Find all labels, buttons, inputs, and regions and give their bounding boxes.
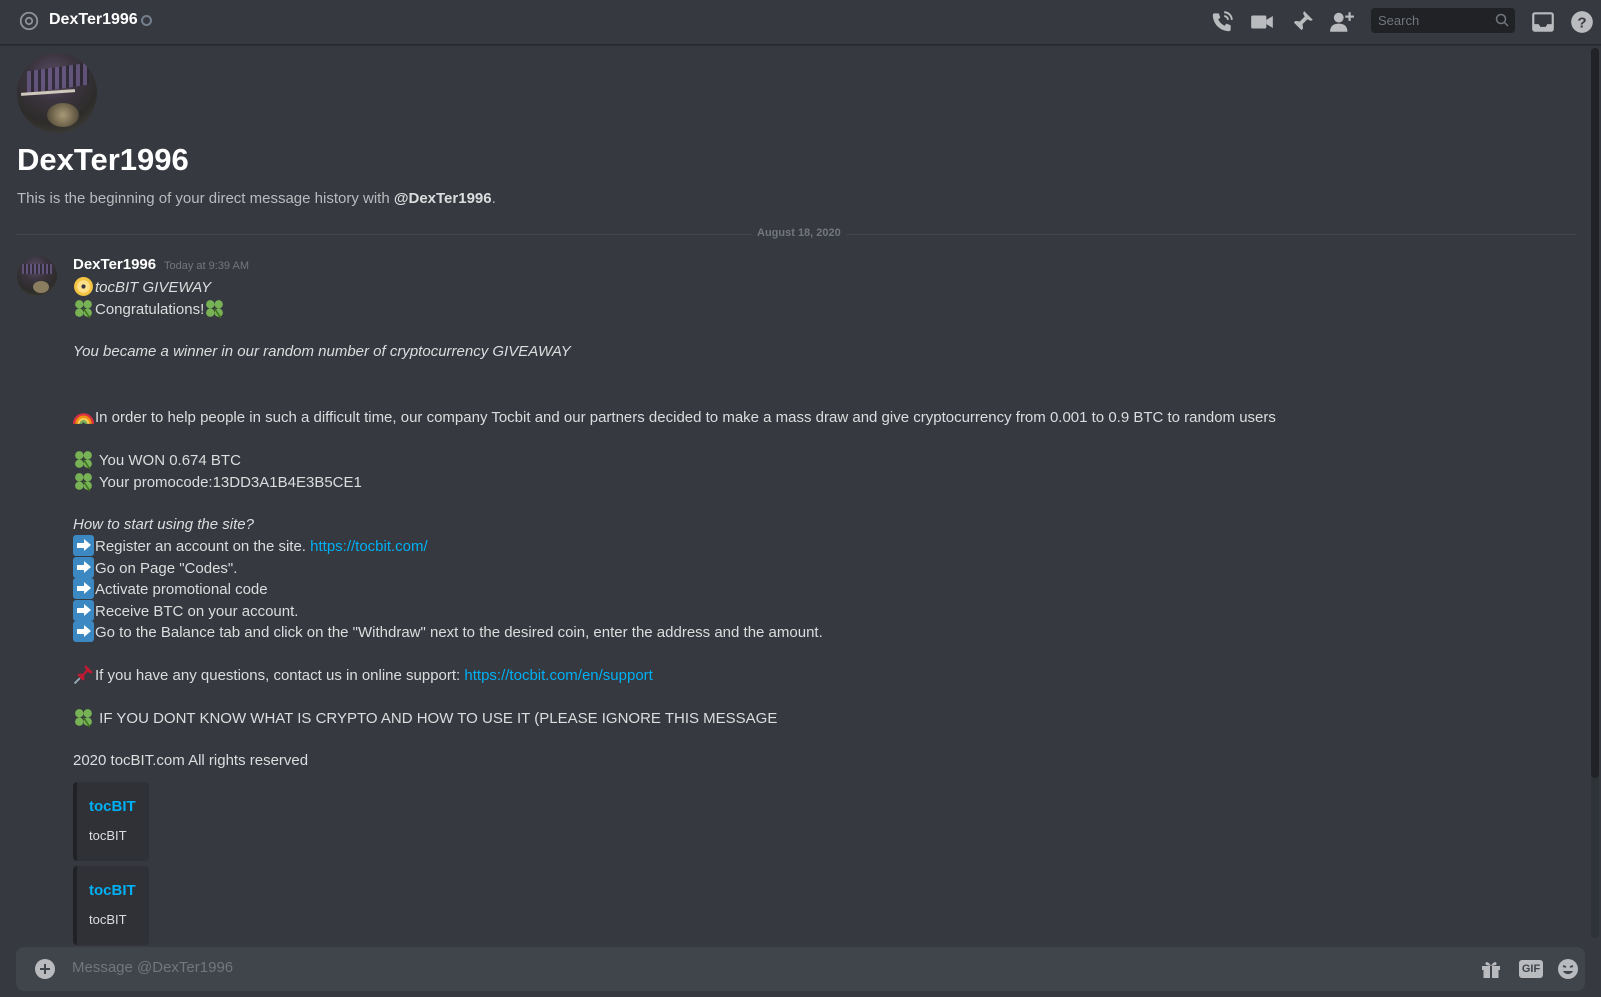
right-arrow-icon bbox=[73, 578, 94, 599]
message-input[interactable]: Message @DexTer1996 bbox=[72, 959, 233, 976]
winner-text: You became a winner in our random number… bbox=[73, 343, 571, 360]
support-text: If you have any questions, contact us in… bbox=[95, 667, 465, 684]
search-placeholder: Search bbox=[1378, 13, 1420, 28]
four-leaf-clover-icon bbox=[204, 298, 225, 319]
intro-prefix: This is the beginning of your direct mes… bbox=[17, 190, 394, 207]
pin-icon[interactable] bbox=[1289, 9, 1315, 35]
message-line-step1: Register an account on the site. https:/… bbox=[73, 535, 428, 557]
message-line-help: In order to help people in such a diffic… bbox=[72, 406, 1276, 428]
video-icon[interactable] bbox=[1249, 9, 1275, 35]
dvd-emoji-icon bbox=[73, 276, 94, 297]
link-embed: tocBIT tocBIT bbox=[73, 866, 149, 945]
message-line-promo: Your promocode:13DD3A1B4E3B5CE1 bbox=[73, 471, 362, 493]
four-leaf-clover-icon bbox=[73, 298, 94, 319]
embed-title[interactable]: tocBIT bbox=[89, 882, 136, 899]
four-leaf-clover-icon bbox=[73, 471, 94, 492]
message-line-congrats: Congratulations! bbox=[73, 298, 226, 320]
message-composer[interactable]: Message @DexTer1996 GIF bbox=[16, 947, 1585, 991]
message-line-winner: You became a winner in our random number… bbox=[73, 341, 571, 363]
inbox-icon[interactable] bbox=[1530, 9, 1556, 35]
step4-text: Receive BTC on your account. bbox=[95, 603, 299, 620]
message-line-ignore: IF YOU DONT KNOW WHAT IS CRYPTO AND HOW … bbox=[73, 707, 777, 729]
right-arrow-icon bbox=[73, 600, 94, 621]
message-line-step5: Go to the Balance tab and click on the "… bbox=[73, 621, 823, 643]
message-line-step3: Activate promotional code bbox=[73, 578, 268, 600]
channel-name: DexTer1996 bbox=[49, 11, 138, 28]
four-leaf-clover-icon bbox=[73, 707, 94, 728]
at-icon bbox=[18, 10, 40, 32]
pushpin-emoji-icon bbox=[73, 664, 94, 685]
step3-text: Activate promotional code bbox=[95, 581, 268, 598]
message-line-howto: How to start using the site? bbox=[73, 514, 254, 536]
rainbow-emoji-icon bbox=[72, 406, 95, 427]
message-avatar[interactable] bbox=[17, 256, 57, 296]
copyright-text: 2020 tocBIT.com All rights reserved bbox=[73, 752, 309, 769]
call-icon[interactable] bbox=[1209, 9, 1235, 35]
message-line-step2: Go on Page "Codes". bbox=[73, 557, 237, 579]
intro-suffix: . bbox=[491, 190, 496, 207]
message-line-step4: Receive BTC on your account. bbox=[73, 600, 298, 622]
date-divider-label: August 18, 2020 bbox=[752, 227, 846, 239]
message-line-won: You WON 0.674 BTC bbox=[73, 449, 241, 471]
svg-text:?: ? bbox=[1577, 14, 1586, 31]
message-line-copyright: 2020 tocBIT.com All rights reserved bbox=[73, 750, 308, 772]
page-title: DexTer1996 bbox=[17, 142, 189, 177]
search-icon bbox=[1494, 12, 1510, 28]
step2-text: Go on Page "Codes". bbox=[95, 560, 238, 577]
message-title: tocBIT GIVEWAY bbox=[95, 279, 212, 296]
user-mention[interactable]: @DexTer1996 bbox=[394, 190, 492, 207]
message-line-title: tocBIT GIVEWAY bbox=[73, 276, 211, 298]
channel-header: DexTer1996 Search ? bbox=[0, 0, 1601, 45]
search-input[interactable]: Search bbox=[1371, 8, 1515, 33]
right-arrow-icon bbox=[73, 621, 94, 642]
gift-icon[interactable] bbox=[1479, 957, 1503, 981]
step1-text: Register an account on the site. bbox=[95, 538, 311, 555]
emoji-picker-icon[interactable] bbox=[1556, 957, 1580, 981]
help-icon[interactable]: ? bbox=[1569, 9, 1595, 35]
offline-status-icon bbox=[141, 15, 152, 26]
embed-description: tocBIT bbox=[89, 828, 127, 843]
message-timestamp: Today at 9:39 AM bbox=[164, 260, 249, 272]
step5-text: Go to the Balance tab and click on the "… bbox=[95, 624, 823, 641]
gif-button[interactable]: GIF bbox=[1519, 960, 1543, 978]
four-leaf-clover-icon bbox=[73, 449, 94, 470]
add-friend-icon[interactable] bbox=[1329, 9, 1355, 35]
ignore-text: IF YOU DONT KNOW WHAT IS CRYPTO AND HOW … bbox=[95, 710, 778, 727]
site-link[interactable]: https://tocbit.com/ bbox=[310, 538, 428, 555]
won-text: You WON 0.674 BTC bbox=[95, 452, 241, 469]
scrollbar-thumb[interactable] bbox=[1591, 48, 1599, 778]
avatar[interactable] bbox=[17, 53, 97, 133]
message-line-support: If you have any questions, contact us in… bbox=[73, 664, 653, 686]
help-text: In order to help people in such a diffic… bbox=[95, 409, 1276, 426]
how-to-text: How to start using the site? bbox=[73, 516, 254, 533]
embed-title[interactable]: tocBIT bbox=[89, 798, 136, 815]
congrats-text: Congratulations! bbox=[95, 301, 205, 318]
link-embed: tocBIT tocBIT bbox=[73, 782, 149, 861]
support-link[interactable]: https://tocbit.com/en/support bbox=[464, 667, 652, 684]
right-arrow-icon bbox=[73, 535, 94, 556]
dm-intro-text: This is the beginning of your direct mes… bbox=[17, 190, 496, 207]
embed-description: tocBIT bbox=[89, 912, 127, 927]
promo-text: Your promocode:13DD3A1B4E3B5CE1 bbox=[95, 474, 362, 491]
upload-plus-icon[interactable] bbox=[35, 959, 55, 979]
right-arrow-icon bbox=[73, 557, 94, 578]
message-author[interactable]: DexTer1996 bbox=[73, 256, 156, 273]
